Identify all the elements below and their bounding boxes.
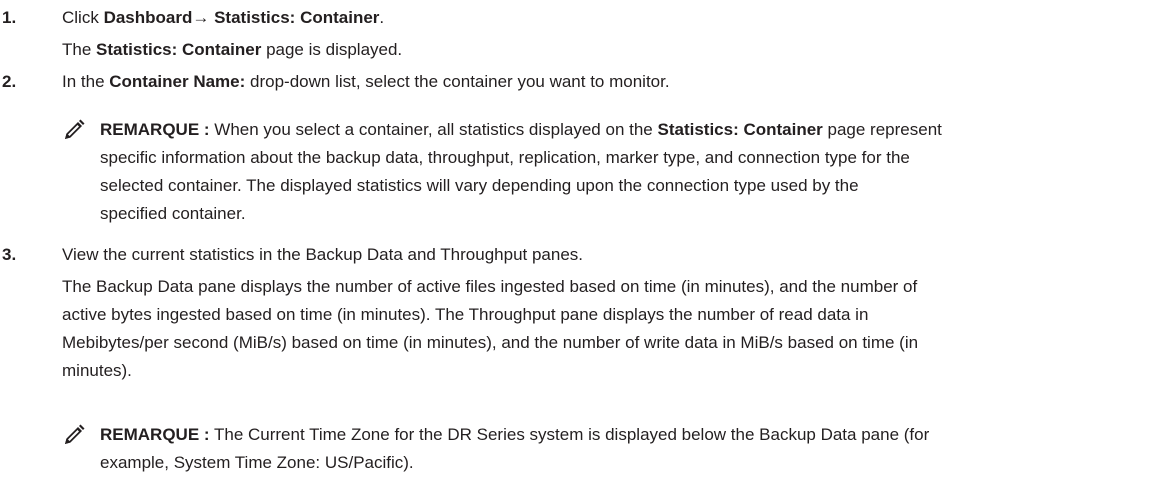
container-name-label: Container Name: [109,72,246,91]
step-3-instruction: View the current statistics in the Backu… [62,245,584,264]
step-3-body: View the current statistics in the Backu… [62,241,1162,385]
step-1-instruction: Click Dashboard→ Statistics: Container. [62,8,385,27]
note-1-text: REMARQUE : When you select a container, … [100,120,942,223]
step-number: 1. [2,8,17,27]
step-number: 2. [2,72,17,91]
menu-statistics-container: Statistics: Container [214,8,380,27]
note-label: REMARQUE : [100,425,210,444]
menu-dashboard: Dashboard [103,8,193,27]
document-page: 1. Click Dashboard→ Statistics: Containe… [0,0,1168,501]
step-1-body: Click Dashboard→ Statistics: Container. … [62,4,1162,64]
pencil-note-icon [65,424,85,444]
pencil-note-icon [65,119,85,139]
note-label: REMARQUE : [100,120,210,139]
step-2-body: In the Container Name: drop-down list, s… [62,68,1162,96]
step-2-instruction: In the Container Name: drop-down list, s… [62,72,670,91]
step-number: 3. [2,245,17,264]
step-1-result: The Statistics: Container page is displa… [62,40,403,59]
step-3-paragraph: The Backup Data pane displays the number… [62,277,919,380]
note-2-text: REMARQUE : The Current Time Zone for the… [100,425,930,472]
